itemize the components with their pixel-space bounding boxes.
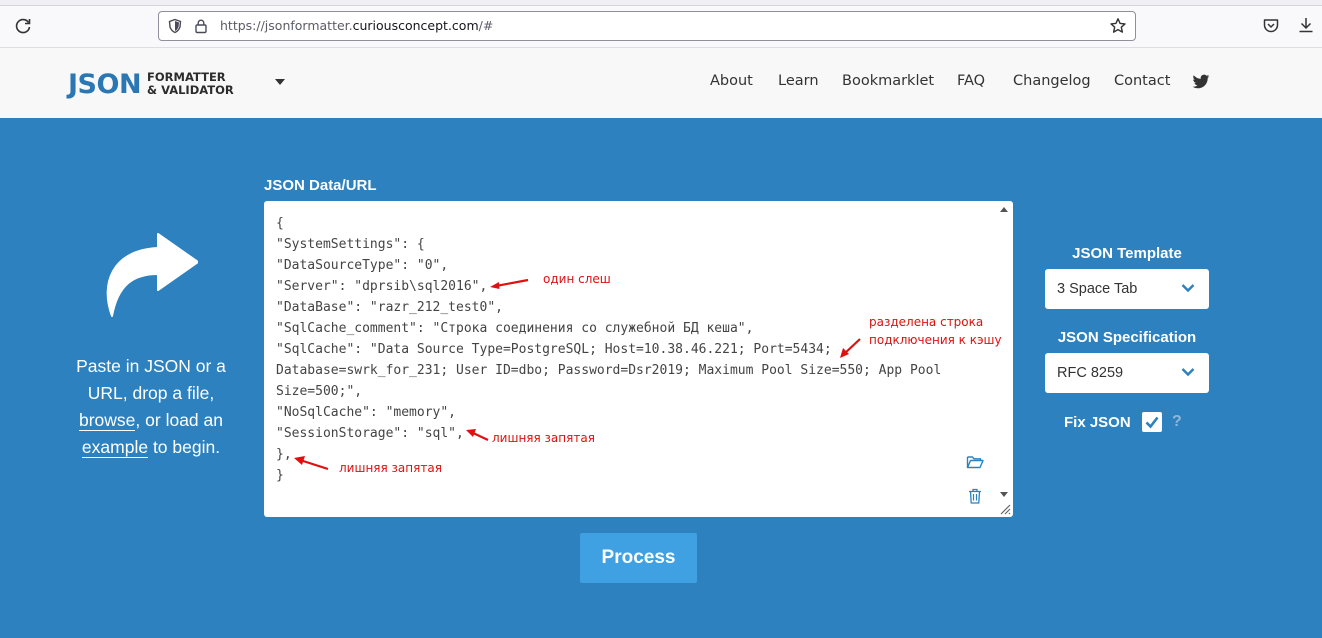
- url-suffix: /#: [478, 18, 494, 33]
- annotation-split-line-1: разделена строка: [869, 315, 984, 329]
- url-prefix: https://jsonformatter.: [220, 18, 353, 33]
- code-line: "DataSourceType": "0",: [276, 258, 449, 273]
- json-template-label: JSON Template: [1072, 245, 1182, 262]
- url-domain: curiousconcept.com: [352, 18, 479, 33]
- code-line: Database=swrk_for_231; User ID=dbo; Pass…: [276, 363, 942, 378]
- open-file-folder-icon[interactable]: [966, 454, 984, 470]
- twitter-icon[interactable]: [1192, 74, 1210, 90]
- lock-icon[interactable]: [193, 18, 209, 34]
- nav-about[interactable]: About: [710, 73, 753, 89]
- browser-toolbar: https://jsonformatter.curiousconcept.com…: [0, 0, 1322, 48]
- chevron-down-icon: [1181, 368, 1195, 377]
- intro-part1: Paste in JSON or a URL, drop a file,: [76, 356, 226, 403]
- nav-learn[interactable]: Learn: [778, 73, 819, 89]
- annotation-single-slash: один слеш: [543, 272, 611, 286]
- editor-scrollbar[interactable]: [995, 201, 1013, 517]
- editor-label: JSON Data/URL: [264, 177, 377, 194]
- process-button[interactable]: Process: [580, 533, 697, 583]
- annotation-extra-comma-1: лишняя запятая: [492, 431, 595, 445]
- code-line: "NoSqlCache": "memory",: [276, 405, 457, 420]
- help-icon[interactable]: ?: [1172, 413, 1182, 431]
- site-header: JSON FORMATTER & VALIDATOR About Learn B…: [0, 48, 1322, 118]
- resize-handle-icon[interactable]: [999, 503, 1011, 515]
- fix-json-checkbox[interactable]: [1142, 412, 1162, 432]
- reload-icon[interactable]: [13, 16, 33, 36]
- code-line: "SessionStorage": "sql",: [276, 426, 464, 441]
- url-text[interactable]: https://jsonformatter.curiousconcept.com…: [220, 18, 493, 33]
- share-arrow-icon: [106, 233, 198, 317]
- example-link[interactable]: example: [81, 437, 149, 458]
- clear-trash-icon[interactable]: [968, 488, 982, 504]
- scroll-down-arrow-icon[interactable]: [1000, 492, 1008, 497]
- tab-strip-edge: [0, 0, 1322, 6]
- nav-contact[interactable]: Contact: [1114, 73, 1170, 89]
- code-line: Size=500;",: [276, 384, 363, 399]
- annotation-arrow-icon: [840, 338, 861, 358]
- annotation-split-line-2: подключения к кэшу: [869, 333, 1002, 347]
- json-code[interactable]: { "SystemSettings": { "DataSourceType": …: [276, 213, 996, 486]
- bookmark-star-icon[interactable]: [1109, 17, 1127, 35]
- checkmark-icon: [1145, 416, 1159, 429]
- nav-bookmarklet[interactable]: Bookmarklet: [842, 73, 934, 89]
- fix-json-label: Fix JSON: [1064, 414, 1131, 431]
- json-template-value: 3 Space Tab: [1057, 281, 1138, 297]
- annotation-arrow-icon: [490, 278, 529, 289]
- pocket-icon[interactable]: [1262, 17, 1280, 35]
- scroll-up-arrow-icon[interactable]: [1000, 207, 1008, 212]
- annotation-arrow-icon: [294, 456, 329, 471]
- json-template-select[interactable]: 3 Space Tab: [1045, 269, 1209, 309]
- intro-part2: , or load an: [135, 410, 223, 430]
- annotation-extra-comma-2: лишняя запятая: [339, 461, 442, 475]
- annotation-arrow-icon: [466, 429, 489, 441]
- chevron-down-icon: [1181, 284, 1195, 293]
- nav-changelog[interactable]: Changelog: [1013, 73, 1091, 89]
- json-spec-value: RFC 8259: [1057, 365, 1124, 381]
- code-line: "SystemSettings": {: [276, 237, 425, 252]
- code-line: "Server": "dprsib\sql2016",: [276, 279, 488, 294]
- download-icon[interactable]: [1297, 16, 1315, 34]
- code-line: {: [276, 216, 284, 231]
- nav-faq[interactable]: FAQ: [957, 73, 985, 89]
- browse-link[interactable]: browse: [79, 410, 136, 431]
- intro-part3: to begin.: [148, 437, 221, 457]
- tracking-protection-shield-icon[interactable]: [167, 18, 183, 34]
- json-spec-label: JSON Specification: [1057, 329, 1197, 346]
- main-nav: About Learn Bookmarklet FAQ Changelog Co…: [0, 73, 1322, 93]
- json-spec-select[interactable]: RFC 8259: [1045, 353, 1209, 393]
- intro-text: Paste in JSON or a URL, drop a file, bro…: [60, 353, 242, 461]
- address-bar[interactable]: https://jsonformatter.curiousconcept.com…: [158, 11, 1136, 41]
